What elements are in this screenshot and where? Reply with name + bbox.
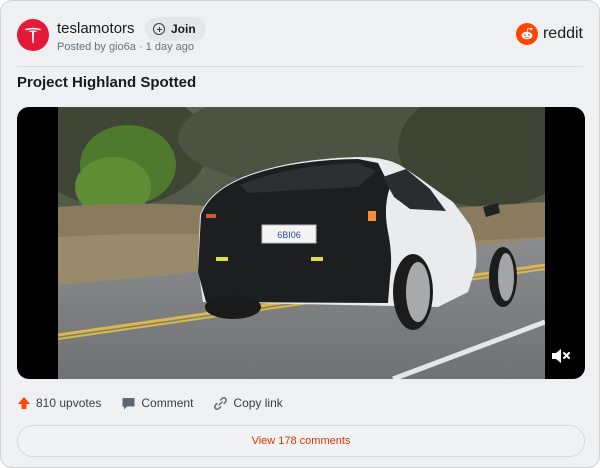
tesla-logo-icon (25, 27, 41, 44)
link-icon (214, 396, 228, 410)
comment-button[interactable]: Comment (121, 396, 193, 411)
post-title[interactable]: Project Highland Spotted (17, 74, 196, 91)
view-comments-button[interactable]: View 178 comments (17, 425, 585, 457)
post-actions: 810 upvotes Comment Copy link (17, 392, 303, 414)
reddit-logo-icon (515, 23, 538, 45)
post-meta: Posted by gio6a · 1 day ago (57, 41, 194, 53)
reddit-brand[interactable]: reddit (515, 23, 583, 45)
copy-link-label: Copy link (233, 396, 283, 410)
post-header: teslamotors Join Posted by gio6a · 1 day… (17, 17, 583, 57)
upvote-button[interactable]: 810 upvotes (17, 396, 101, 410)
video-frame: 6BI06 (58, 107, 545, 379)
join-button[interactable]: Join (145, 17, 206, 41)
mute-toggle[interactable] (547, 343, 573, 369)
license-plate-text: 6BI06 (277, 230, 301, 240)
join-label: Join (171, 22, 196, 36)
copy-link-button[interactable]: Copy link (213, 396, 283, 411)
comment-label: Comment (141, 396, 194, 410)
view-comments-label: View 178 comments (251, 435, 351, 447)
reddit-wordmark: reddit (542, 25, 583, 42)
speaker-muted-icon (552, 349, 570, 363)
subreddit-name[interactable]: teslamotors (57, 20, 135, 37)
subreddit-avatar[interactable] (17, 19, 49, 51)
header-divider (17, 66, 583, 67)
upvote-arrow-icon (18, 397, 30, 409)
upvote-count: 810 upvotes (36, 396, 102, 410)
plus-circle-icon (153, 23, 165, 35)
video-player[interactable]: 6BI06 (17, 107, 585, 379)
post-card: teslamotors Join Posted by gio6a · 1 day… (0, 0, 600, 468)
comment-bubble-icon (122, 397, 135, 409)
